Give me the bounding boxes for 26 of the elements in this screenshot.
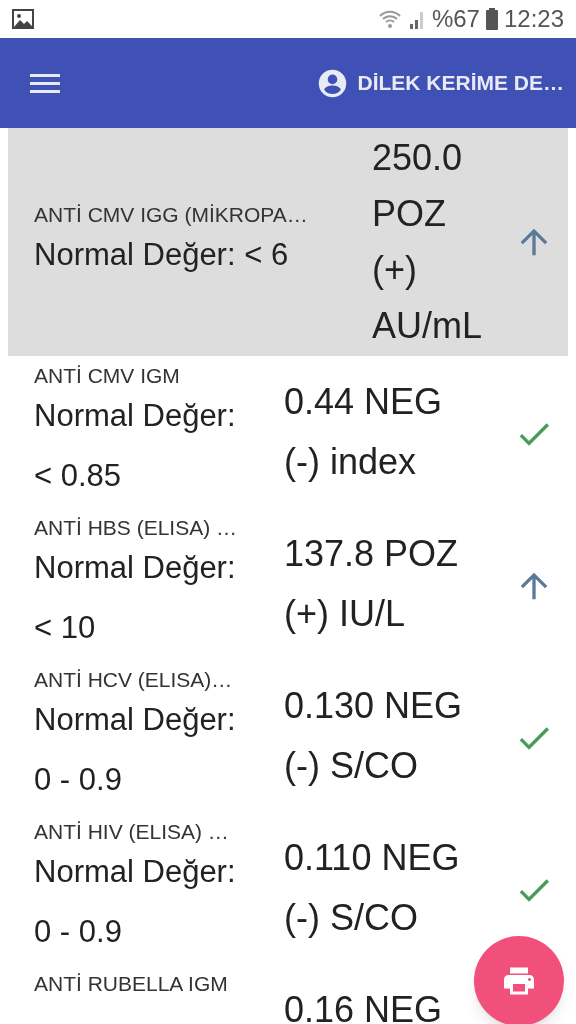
test-name: ANTİ CMV IGG (MİKROPA… xyxy=(34,202,309,229)
normal-range: Normal Değer: < 10 xyxy=(34,548,237,647)
clock: 12:23 xyxy=(503,4,564,34)
normal-range: Normal Değer: 0 - 0.9 xyxy=(34,852,237,951)
wifi-icon xyxy=(377,9,402,29)
result-value: 0.110 NEG (-) S/CO xyxy=(284,836,461,940)
result-value: 137.8 POZ (+) IU/L xyxy=(284,532,460,636)
menu-icon[interactable] xyxy=(30,73,60,93)
normal-range: Normal Değer: 0 - 0.9 xyxy=(34,700,237,799)
test-name: ANTİ HCV (ELISA)… xyxy=(34,667,234,693)
battery-percent: %67 xyxy=(431,4,480,34)
battery-icon xyxy=(485,8,498,30)
test-name: ANTİ RUBELLA IGM xyxy=(34,971,229,997)
result-value: 250.0 POZ (+) AU/mL xyxy=(372,136,484,348)
test-name: ANTİ HIV (ELISA) … xyxy=(34,819,230,845)
normal-range: Normal Değer: < 0.85 xyxy=(34,396,237,495)
signal-icon xyxy=(407,9,426,29)
result-value: 0.16 NEG xyxy=(284,988,444,1024)
normal-range: Normal Değer: < 6 xyxy=(34,235,290,274)
test-name: ANTİ HBS (ELISA) … xyxy=(34,515,239,541)
result-value: 0.44 NEG (-) index xyxy=(284,380,444,484)
user-button[interactable]: DİLEK KERİME DE… xyxy=(316,66,564,100)
image-icon xyxy=(12,9,34,29)
result-row[interactable]: ANTİ CMV IGG (MİKROPA… Normal Değer: < 6 250.0 POZ (+) AU/mL xyxy=(8,128,568,356)
test-name: ANTİ CMV IGM xyxy=(34,363,181,389)
result-value: 0.130 NEG (-) S/CO xyxy=(284,684,464,788)
